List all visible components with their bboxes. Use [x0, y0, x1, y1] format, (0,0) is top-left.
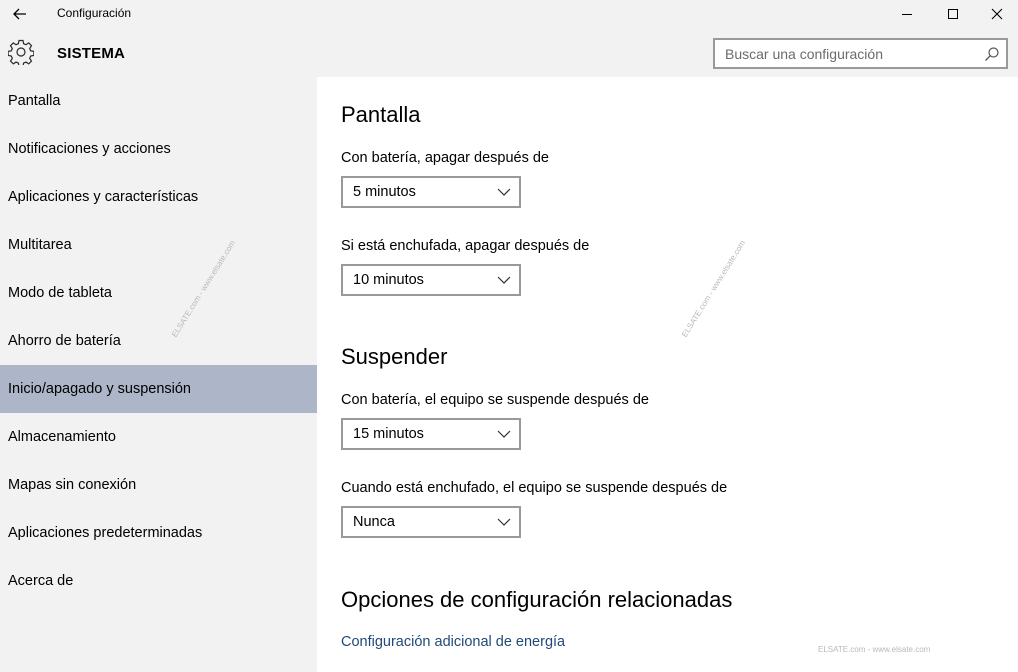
- watermark: ELSATE.com - www.elsate.com: [818, 645, 931, 654]
- minimize-button[interactable]: [884, 0, 930, 28]
- gear-icon: [8, 39, 34, 65]
- sidebar-item-mapas[interactable]: Mapas sin conexión: [0, 461, 317, 509]
- sidebar-item-acerca-de[interactable]: Acerca de: [0, 557, 317, 605]
- sidebar: Pantalla Notificaciones y acciones Aplic…: [0, 77, 317, 672]
- search-icon[interactable]: [984, 46, 1000, 62]
- screen-heading: Pantalla: [341, 102, 421, 127]
- window-title: Configuración: [57, 6, 132, 20]
- sidebar-item-multitarea[interactable]: Multitarea: [0, 221, 317, 269]
- back-arrow-icon: [13, 8, 26, 20]
- main-content: Pantalla Con batería, apagar después de …: [317, 77, 1018, 672]
- sleep-plugged-dropdown[interactable]: Nunca: [341, 506, 521, 538]
- screen-battery-label: Con batería, apagar después de: [341, 150, 549, 166]
- maximize-button[interactable]: [930, 0, 976, 28]
- minimize-icon: [902, 14, 912, 15]
- sidebar-item-pantalla[interactable]: Pantalla: [0, 77, 317, 125]
- chevron-down-icon: [497, 430, 511, 438]
- back-button[interactable]: [6, 2, 34, 26]
- screen-battery-dropdown[interactable]: 5 minutos: [341, 176, 521, 208]
- power-settings-link[interactable]: Configuración adicional de energía: [341, 634, 565, 650]
- sleep-battery-dropdown[interactable]: 15 minutos: [341, 418, 521, 450]
- screen-battery-value: 5 minutos: [353, 184, 416, 200]
- sidebar-item-modo-tableta[interactable]: Modo de tableta: [0, 269, 317, 317]
- sleep-plugged-value: Nunca: [353, 514, 395, 530]
- header-bar: SISTEMA: [0, 28, 1018, 77]
- sidebar-item-notificaciones[interactable]: Notificaciones y acciones: [0, 125, 317, 173]
- search-box[interactable]: [713, 38, 1008, 69]
- sleep-battery-value: 15 minutos: [353, 426, 424, 442]
- screen-plugged-dropdown[interactable]: 10 minutos: [341, 264, 521, 296]
- sleep-plugged-label: Cuando está enchufado, el equipo se susp…: [341, 480, 728, 496]
- title-bar: Configuración: [0, 0, 1018, 28]
- sidebar-item-aplicaciones[interactable]: Aplicaciones y características: [0, 173, 317, 221]
- screen-plugged-value: 10 minutos: [353, 272, 424, 288]
- close-button[interactable]: [974, 0, 1018, 28]
- maximize-icon: [948, 9, 958, 19]
- sidebar-item-inicio-apagado[interactable]: Inicio/apagado y suspensión: [0, 365, 317, 413]
- section-title: SISTEMA: [57, 45, 126, 62]
- sleep-heading: Suspender: [341, 344, 448, 369]
- screen-plugged-label: Si está enchufada, apagar después de: [341, 238, 590, 254]
- chevron-down-icon: [497, 188, 511, 196]
- related-heading: Opciones de configuración relacionadas: [341, 587, 733, 612]
- close-icon: [991, 8, 1003, 20]
- sidebar-item-almacenamiento[interactable]: Almacenamiento: [0, 413, 317, 461]
- sleep-battery-label: Con batería, el equipo se suspende despu…: [341, 392, 649, 408]
- chevron-down-icon: [497, 276, 511, 284]
- chevron-down-icon: [497, 518, 511, 526]
- sidebar-item-apps-predeterminadas[interactable]: Aplicaciones predeterminadas: [0, 509, 317, 557]
- search-input[interactable]: [715, 40, 975, 67]
- sidebar-item-ahorro-bateria[interactable]: Ahorro de batería: [0, 317, 317, 365]
